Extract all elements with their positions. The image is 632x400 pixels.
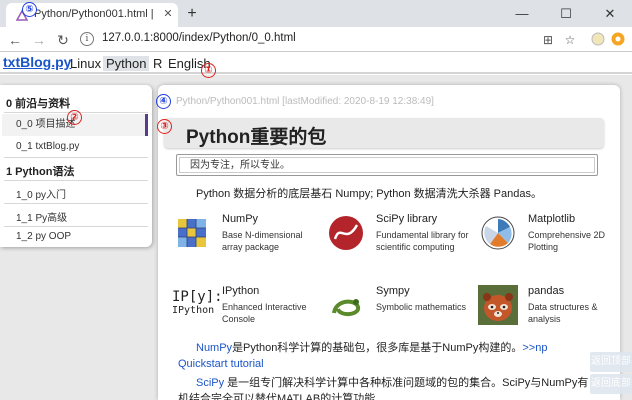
lib-desc: Enhanced Interactive Console [222, 302, 307, 324]
matplotlib-logo-icon [481, 216, 515, 250]
lib-name: Matplotlib [528, 213, 576, 225]
file-path-info: Python/Python001.html [lastModified: 202… [176, 96, 434, 107]
lib-name: SciPy library [376, 213, 438, 225]
site-info-icon[interactable]: i [80, 32, 94, 46]
scipy-keyword[interactable]: SciPy [196, 377, 224, 389]
intro-text: Python 数据分析的底层基石 Numpy; Python 数据清洗大杀器 P… [196, 188, 542, 200]
main-content: Python/Python001.html [lastModified: 202… [158, 85, 620, 400]
nav-link-linux[interactable]: Linux [70, 56, 101, 71]
extension-icon[interactable] [590, 32, 606, 48]
lib-card-numpy[interactable]: NumPy Base N-dimensional array package [172, 211, 322, 257]
title-bar: Python重要的包 [164, 118, 604, 148]
lib-card-scipy[interactable]: SciPy library Fundamental library for sc… [326, 211, 476, 257]
back-to-top-button[interactable]: 返回顶部 [590, 352, 632, 372]
translate-icon[interactable]: ⊞ [540, 32, 556, 48]
sidebar-section-title[interactable]: 1 Python语法 [6, 163, 74, 179]
annotation-marker-3: ③ [157, 119, 172, 134]
sidebar-item[interactable]: 1_2 py OOP [16, 231, 71, 242]
annotation-marker-4: ④ [156, 94, 171, 109]
brand-link[interactable]: txtBlog.py [3, 54, 71, 70]
lib-card-pandas[interactable]: pandas Data structures & analysis [478, 283, 620, 329]
scipy-paragraph: SciPy 是一组专门解决科学计算中各种标准问题域的包的集合。SciPy与Num… [178, 375, 598, 400]
numpy-paragraph: NumPy是Python科学计算的基础包，很多库是基于NumPy构建的。>>np… [178, 340, 598, 372]
site-nav: txtBlog.py Linux Python R English [0, 53, 632, 74]
sidebar-item[interactable]: 0_1 txtBlog.py [16, 141, 79, 152]
scipy-logo-icon [329, 216, 363, 250]
lib-desc: Data structures & analysis [528, 302, 598, 324]
annotation-marker-1: ① [201, 63, 216, 78]
nav-link-r[interactable]: R [153, 56, 162, 71]
sidebar-section-title[interactable]: 0 前沿与资料 [6, 95, 70, 111]
bookmark-star-icon[interactable]: ☆ [562, 32, 578, 48]
lib-name: pandas [528, 285, 565, 297]
lib-name: NumPy [222, 213, 259, 225]
sidebar-item[interactable]: 1_1 Py高级 [16, 209, 67, 224]
lib-name: IPython [222, 285, 260, 297]
lib-desc: Symbolic mathematics [376, 302, 467, 312]
back-to-bottom-button[interactable]: 返回底部 [590, 374, 632, 394]
profile-avatar-icon[interactable] [610, 32, 626, 48]
tab-title: Python/Python001.html | Pow [34, 8, 154, 20]
page-title: Python重要的包 [186, 127, 327, 148]
back-arrow-icon[interactable]: ← [6, 31, 24, 49]
paragraph-text: 是一组专门解决科学计算中各种标准问题域的包的集合。SciPy与NumPy有机结合… [178, 377, 589, 400]
pandas-logo-icon [478, 285, 518, 325]
lib-card-matplotlib[interactable]: Matplotlib Comprehensive 2D Plotting [478, 211, 620, 257]
close-tab-icon[interactable]: ✕ [161, 7, 175, 21]
forward-arrow-icon[interactable]: → [30, 31, 48, 49]
maximize-button[interactable]: ☐ [544, 0, 588, 27]
lib-card-sympy[interactable]: Sympy Symbolic mathematics [326, 283, 476, 329]
lib-card-ipython[interactable]: IP[y]: IPython IPython Enhanced Interact… [172, 283, 322, 329]
motto-text: 因为专注，所以专业。 [179, 157, 595, 173]
lib-name: Sympy [376, 285, 410, 297]
browser-tabstrip: Python/Python001.html | Pow ✕ + — ☐ ✕ [0, 0, 632, 27]
minimize-button[interactable]: — [500, 0, 544, 27]
sidebar-item[interactable]: 1_0 py入门 [16, 186, 66, 201]
numpy-logo-icon [178, 219, 206, 247]
new-tab-button[interactable]: + [184, 6, 200, 22]
motto-box: 因为专注，所以专业。 [176, 154, 598, 176]
address-bar[interactable]: i 127.0.0.1:8000/index/Python/0_0.html [80, 30, 580, 49]
lib-desc: Fundamental library for scientific compu… [376, 230, 469, 252]
annotation-marker-5: ⑤ [22, 2, 37, 17]
ipython-logo-icon: IP[y]: IPython [172, 289, 223, 316]
paragraph-text: 是Python科学计算的基础包，很多库是基于NumPy构建的。 [232, 342, 523, 354]
nav-link-python[interactable]: Python [103, 56, 150, 71]
divider [4, 180, 148, 181]
lib-desc: Base N-dimensional array package [222, 230, 303, 252]
numpy-keyword[interactable]: NumPy [196, 342, 232, 354]
close-window-button[interactable]: ✕ [588, 0, 632, 27]
url-text[interactable]: 127.0.0.1:8000/index/Python/0_0.html [102, 32, 296, 44]
reload-icon[interactable]: ↻ [54, 31, 72, 49]
annotation-marker-2: ② [67, 110, 82, 125]
divider [4, 203, 148, 204]
lib-desc: Comprehensive 2D Plotting [528, 230, 606, 252]
browser-toolbar: ← → ↻ i 127.0.0.1:8000/index/Python/0_0.… [0, 27, 632, 52]
divider [4, 157, 148, 158]
divider [4, 226, 148, 227]
sympy-logo-icon [332, 299, 360, 316]
